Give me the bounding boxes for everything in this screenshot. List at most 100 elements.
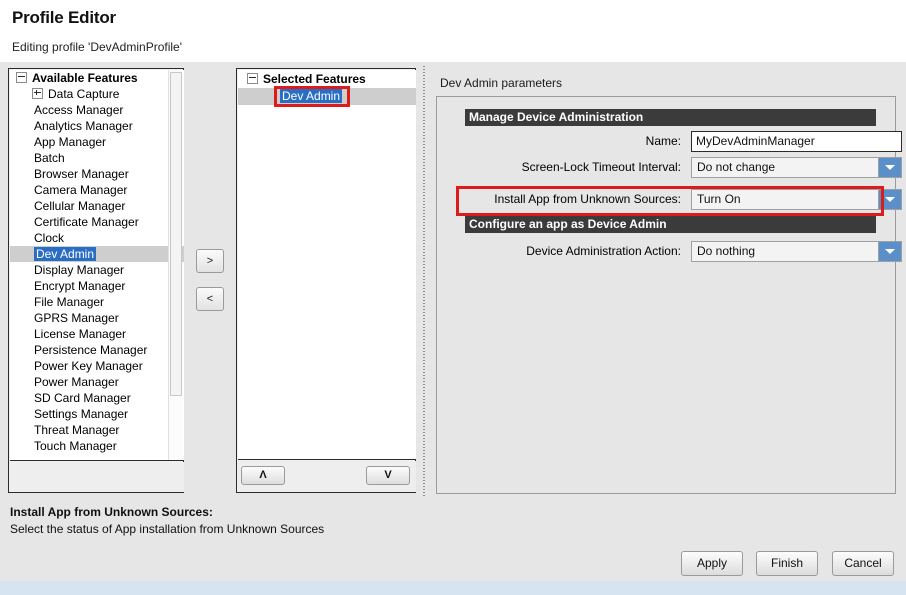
selected-feature-label: Dev Admin <box>280 89 343 103</box>
device-administration-action-value: Do nothing <box>697 244 756 258</box>
available-feature-item[interactable]: Power Manager <box>10 374 184 390</box>
selected-features-root[interactable]: Selected Features <box>238 70 416 88</box>
section-header-configure-app-device-admin: Configure an app as Device Admin <box>465 216 876 233</box>
available-feature-item[interactable]: Data Capture <box>10 86 184 102</box>
available-feature-item[interactable]: Touch Manager <box>10 438 184 454</box>
screen-lock-timeout-value: Do not change <box>697 160 776 174</box>
apply-button[interactable]: Apply <box>681 551 743 576</box>
chevron-down-icon[interactable] <box>878 242 901 261</box>
available-features-item-list: Data Capture Access Manager Analytics Mana… <box>10 86 184 454</box>
install-app-unknown-sources-dropdown[interactable]: Turn On <box>691 189 902 210</box>
available-feature-label: App Manager <box>34 135 107 149</box>
available-feature-item[interactable]: Batch <box>10 150 184 166</box>
available-feature-label: Persistence Manager <box>34 343 148 357</box>
chevron-down-icon[interactable] <box>878 158 901 177</box>
field-label-install-app-unknown-sources: Install App from Unknown Sources: <box>494 192 681 206</box>
available-feature-item[interactable]: GPRS Manager <box>10 310 184 326</box>
available-features-root-label: Available Features <box>32 71 138 85</box>
available-feature-label: Threat Manager <box>34 423 120 437</box>
expand-plus-icon[interactable] <box>32 88 43 100</box>
available-feature-item[interactable]: Cellular Manager <box>10 198 184 214</box>
available-feature-label: Power Key Manager <box>34 359 143 373</box>
selected-features-tree[interactable]: Selected Features Dev Admin <box>238 70 416 460</box>
profile-editor-window: Profile Editor Editing profile 'DevAdmin… <box>0 0 906 595</box>
available-feature-item[interactable]: Threat Manager <box>10 422 184 438</box>
available-feature-item[interactable]: Certificate Manager <box>10 214 184 230</box>
panel-splitter[interactable] <box>420 66 428 496</box>
available-feature-label: Access Manager <box>34 103 124 117</box>
available-feature-label: Power Manager <box>34 375 119 389</box>
name-input[interactable]: MyDevAdminManager <box>691 131 902 152</box>
parameters-panel: Manage Device Administration Name: MyDev… <box>436 96 902 494</box>
screen-lock-timeout-dropdown[interactable]: Do not change <box>691 157 902 178</box>
available-feature-item[interactable]: License Manager <box>10 326 184 342</box>
available-feature-item[interactable]: Dev Admin <box>10 246 184 262</box>
selected-features-panel: Selected Features Dev Admin <box>236 68 416 493</box>
available-features-tree[interactable]: Available Features Data Capture Access Ma… <box>10 70 184 461</box>
available-feature-label: Touch Manager <box>34 439 117 453</box>
editing-profile-subtitle: Editing profile 'DevAdminProfile' <box>12 40 182 54</box>
field-label-device-administration-action: Device Administration Action: <box>526 244 681 258</box>
available-feature-item[interactable]: Settings Manager <box>10 406 184 422</box>
available-feature-label: Cellular Manager <box>34 199 126 213</box>
available-feature-item[interactable]: Display Manager <box>10 262 184 278</box>
available-feature-label: Settings Manager <box>34 407 129 421</box>
available-features-footer-area <box>10 462 184 492</box>
field-label-screen-lock-timeout: Screen-Lock Timeout Interval: <box>521 160 681 174</box>
available-feature-item[interactable]: Browser Manager <box>10 166 184 182</box>
available-feature-item[interactable]: Analytics Manager <box>10 118 184 134</box>
bottom-accent-strip <box>0 581 906 595</box>
remove-feature-button[interactable]: < <box>196 287 224 311</box>
move-down-button[interactable]: V <box>366 466 410 485</box>
cancel-button[interactable]: Cancel <box>832 551 894 576</box>
available-feature-label: Browser Manager <box>34 167 129 181</box>
finish-button[interactable]: Finish <box>756 551 818 576</box>
available-feature-label: Analytics Manager <box>34 119 133 133</box>
available-feature-label: Certificate Manager <box>34 215 139 229</box>
available-feature-label: Camera Manager <box>34 183 128 197</box>
field-row-device-administration-action: Device Administration Action: Do nothing <box>465 241 902 263</box>
move-up-button[interactable]: Λ <box>241 466 285 485</box>
selected-features-root-label: Selected Features <box>263 72 366 86</box>
available-feature-item[interactable]: Persistence Manager <box>10 342 184 358</box>
chevron-down-icon[interactable] <box>878 190 901 209</box>
available-feature-label: Batch <box>34 151 65 165</box>
available-feature-label: SD Card Manager <box>34 391 131 405</box>
add-feature-button[interactable]: > <box>196 249 224 273</box>
available-feature-label: Encrypt Manager <box>34 279 126 293</box>
available-feature-label: Clock <box>34 231 65 245</box>
help-description: Select the status of App installation fr… <box>10 522 325 536</box>
collapse-minus-icon[interactable] <box>16 72 27 84</box>
available-feature-label: File Manager <box>34 295 105 309</box>
available-features-panel: Available Features Data Capture Access Ma… <box>8 68 184 493</box>
field-label-name: Name: <box>645 134 681 148</box>
available-feature-item[interactable]: SD Card Manager <box>10 390 184 406</box>
available-feature-item[interactable]: App Manager <box>10 134 184 150</box>
available-feature-label: License Manager <box>34 327 127 341</box>
list-item[interactable]: Dev Admin <box>238 88 416 105</box>
parameters-panel-title: Dev Admin parameters <box>440 76 563 90</box>
available-feature-item[interactable]: Camera Manager <box>10 182 184 198</box>
scrollbar-thumb[interactable] <box>170 72 182 396</box>
window-header: Profile Editor Editing profile 'DevAdmin… <box>0 0 906 62</box>
available-features-scrollbar[interactable] <box>168 70 182 460</box>
available-feature-item[interactable]: File Manager <box>10 294 184 310</box>
install-app-unknown-sources-value: Turn On <box>697 192 741 206</box>
field-row-name: Name: MyDevAdminManager <box>465 131 902 153</box>
available-feature-label: Dev Admin <box>34 247 97 261</box>
available-features-root[interactable]: Available Features <box>10 70 184 86</box>
field-row-install-app-unknown-sources: Install App from Unknown Sources: Turn O… <box>465 189 902 211</box>
section-header-manage-device-administration: Manage Device Administration <box>465 109 876 126</box>
help-title: Install App from Unknown Sources: <box>10 505 213 519</box>
available-feature-item[interactable]: Power Key Manager <box>10 358 184 374</box>
available-feature-item[interactable]: Encrypt Manager <box>10 278 184 294</box>
device-administration-action-dropdown[interactable]: Do nothing <box>691 241 902 262</box>
field-row-screen-lock-timeout: Screen-Lock Timeout Interval: Do not cha… <box>465 157 902 179</box>
page-title: Profile Editor <box>12 8 116 27</box>
available-feature-label: Display Manager <box>34 263 125 277</box>
collapse-minus-icon[interactable] <box>247 73 258 85</box>
available-feature-label: Data Capture <box>48 87 120 101</box>
available-feature-item[interactable]: Clock <box>10 230 184 246</box>
available-feature-label: GPRS Manager <box>34 311 119 325</box>
available-feature-item[interactable]: Access Manager <box>10 102 184 118</box>
